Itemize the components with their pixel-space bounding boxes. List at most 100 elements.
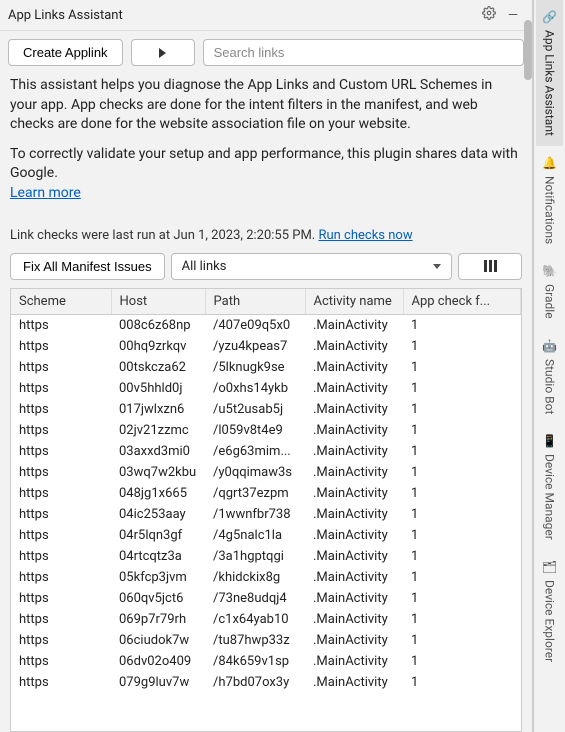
tab-gradle[interactable]: 🐘 Gradle bbox=[536, 254, 563, 329]
link-icon: 🔗 bbox=[542, 10, 557, 24]
cell-scheme: https bbox=[11, 483, 111, 504]
cell-path: /c1x64yab10 bbox=[205, 609, 305, 630]
cell-path: /5lknugk9se bbox=[205, 357, 305, 378]
tab-notifications[interactable]: 🔔 Notifications bbox=[536, 146, 563, 254]
th-scheme[interactable]: Scheme bbox=[11, 289, 111, 315]
table-row[interactable]: https00v5hhld0j/o0xhs14ykb.MainActivity1 bbox=[11, 378, 521, 399]
cell-path: /tu87hwp33z bbox=[205, 630, 305, 651]
cell-scheme: https bbox=[11, 567, 111, 588]
table-row[interactable]: https048jg1x665/qgrt37ezpm.MainActivity1 bbox=[11, 483, 521, 504]
cell-path: /84k659v1sp bbox=[205, 651, 305, 672]
cell-host: 02jv21zzmc bbox=[111, 420, 205, 441]
table-row[interactable]: https04r5lqn3gf/4g5nalc1la.MainActivity1 bbox=[11, 525, 521, 546]
cell-activity: .MainActivity bbox=[305, 546, 403, 567]
cell-host: 04rtcqtz3a bbox=[111, 546, 205, 567]
folder-icon: 🗂 bbox=[542, 560, 557, 574]
run-button[interactable] bbox=[131, 39, 195, 66]
cell-host: 04r5lqn3gf bbox=[111, 525, 205, 546]
cell-scheme: https bbox=[11, 588, 111, 609]
scrollbar-vertical[interactable] bbox=[524, 20, 532, 80]
tab-device-explorer[interactable]: 🗂 Device Explorer bbox=[536, 550, 563, 672]
cell-app: 1 bbox=[403, 462, 521, 483]
fix-manifest-button[interactable]: Fix All Manifest Issues bbox=[10, 253, 165, 280]
cell-path: /y0qqimaw3s bbox=[205, 462, 305, 483]
th-path[interactable]: Path bbox=[205, 289, 305, 315]
cell-scheme: https bbox=[11, 525, 111, 546]
cell-scheme: https bbox=[11, 609, 111, 630]
minimize-icon[interactable]: — bbox=[502, 6, 524, 25]
cell-path: /e6g63mim... bbox=[205, 441, 305, 462]
th-appcheck[interactable]: App check f... bbox=[403, 289, 521, 315]
desc-p1: This assistant helps you diagnose the Ap… bbox=[10, 76, 522, 135]
right-tool-tabs: 🔗 App Links Assistant 🔔 Notifications 🐘 … bbox=[533, 0, 565, 732]
cell-app: 1 bbox=[403, 588, 521, 609]
cell-app: 1 bbox=[403, 420, 521, 441]
cell-app: 1 bbox=[403, 546, 521, 567]
links-table-wrap: Scheme Host Path Activity name App check… bbox=[10, 288, 522, 732]
table-row[interactable]: https04ic253aay/1wwnfbr738.MainActivity1 bbox=[11, 504, 521, 525]
cell-app: 1 bbox=[403, 567, 521, 588]
table-row[interactable]: https00tskcza62/5lknugk9se.MainActivity1 bbox=[11, 357, 521, 378]
cell-scheme: https bbox=[11, 378, 111, 399]
tab-app-links-assistant[interactable]: 🔗 App Links Assistant bbox=[536, 0, 563, 146]
table-row[interactable]: https008c6z68np/407e09q5x0.MainActivity1 bbox=[11, 314, 521, 336]
cell-activity: .MainActivity bbox=[305, 441, 403, 462]
cell-activity: .MainActivity bbox=[305, 378, 403, 399]
columns-button[interactable] bbox=[458, 253, 522, 280]
th-activity[interactable]: Activity name bbox=[305, 289, 403, 315]
tab-device-manager[interactable]: 📱 Device Manager bbox=[536, 424, 563, 550]
cell-path: /o0xhs14ykb bbox=[205, 378, 305, 399]
table-row[interactable]: https060qv5jct6/73ne8udqj4.MainActivity1 bbox=[11, 588, 521, 609]
tab-studio-bot[interactable]: 🤖 Studio Bot bbox=[536, 329, 563, 424]
table-row[interactable]: https06ciudok7w/tu87hwp33z.MainActivity1 bbox=[11, 630, 521, 651]
table-row[interactable]: https03wq7w2kbu/y0qqimaw3s.MainActivity1 bbox=[11, 462, 521, 483]
table-row[interactable]: https05kfcp3jvm/khidckix8g.MainActivity1 bbox=[11, 567, 521, 588]
cell-scheme: https bbox=[11, 546, 111, 567]
table-row[interactable]: https00hq9zrkqv/yzu4kpeas7.MainActivity1 bbox=[11, 336, 521, 357]
table-row[interactable]: https06dv02o409/84k659v1sp.MainActivity1 bbox=[11, 651, 521, 672]
gradle-icon: 🐘 bbox=[542, 264, 557, 278]
cell-app: 1 bbox=[403, 483, 521, 504]
cell-activity: .MainActivity bbox=[305, 314, 403, 336]
table-row[interactable]: https069p7r79rh/c1x64yab10.MainActivity1 bbox=[11, 609, 521, 630]
table-row[interactable]: https02jv21zzmc/l059v8t4e9.MainActivity1 bbox=[11, 420, 521, 441]
cell-path: /khidckix8g bbox=[205, 567, 305, 588]
cell-scheme: https bbox=[11, 357, 111, 378]
cell-app: 1 bbox=[403, 672, 521, 693]
cell-host: 06ciudok7w bbox=[111, 630, 205, 651]
cell-activity: .MainActivity bbox=[305, 357, 403, 378]
table-row[interactable]: https04rtcqtz3a/3a1hgptqgi.MainActivity1 bbox=[11, 546, 521, 567]
th-host[interactable]: Host bbox=[111, 289, 205, 315]
cell-path: /h7bd07ox3y bbox=[205, 672, 305, 693]
dropdown-value: All links bbox=[182, 259, 227, 274]
cell-host: 03wq7w2kbu bbox=[111, 462, 205, 483]
chevron-down-icon bbox=[433, 264, 441, 269]
cell-activity: .MainActivity bbox=[305, 609, 403, 630]
cell-app: 1 bbox=[403, 336, 521, 357]
cell-scheme: https bbox=[11, 399, 111, 420]
cell-activity: .MainActivity bbox=[305, 483, 403, 504]
cell-host: 048jg1x665 bbox=[111, 483, 205, 504]
cell-path: /yzu4kpeas7 bbox=[205, 336, 305, 357]
cell-scheme: https bbox=[11, 336, 111, 357]
links-table: Scheme Host Path Activity name App check… bbox=[11, 289, 521, 693]
run-checks-link[interactable]: Run checks now bbox=[318, 228, 412, 243]
cell-scheme: https bbox=[11, 651, 111, 672]
cell-app: 1 bbox=[403, 314, 521, 336]
cell-scheme: https bbox=[11, 314, 111, 336]
search-input[interactable] bbox=[203, 39, 524, 66]
cell-path: /73ne8udqj4 bbox=[205, 588, 305, 609]
gear-icon[interactable] bbox=[476, 4, 502, 26]
cell-scheme: https bbox=[11, 672, 111, 693]
secondary-controls: Fix All Manifest Issues All links bbox=[0, 249, 532, 288]
status-line: Link checks were last run at Jun 1, 2023… bbox=[0, 222, 532, 249]
table-row[interactable]: https03axxd3mi0/e6g63mim....MainActivity… bbox=[11, 441, 521, 462]
cell-host: 008c6z68np bbox=[111, 314, 205, 336]
cell-scheme: https bbox=[11, 441, 111, 462]
create-applink-button[interactable]: Create Applink bbox=[8, 39, 123, 66]
table-row[interactable]: https017jwlxzn6/u5t2usab5j.MainActivity1 bbox=[11, 399, 521, 420]
links-filter-dropdown[interactable]: All links bbox=[171, 253, 452, 280]
learn-more-link[interactable]: Learn more bbox=[10, 185, 81, 201]
cell-path: /qgrt37ezpm bbox=[205, 483, 305, 504]
table-row[interactable]: https079g9luv7w/h7bd07ox3y.MainActivity1 bbox=[11, 672, 521, 693]
